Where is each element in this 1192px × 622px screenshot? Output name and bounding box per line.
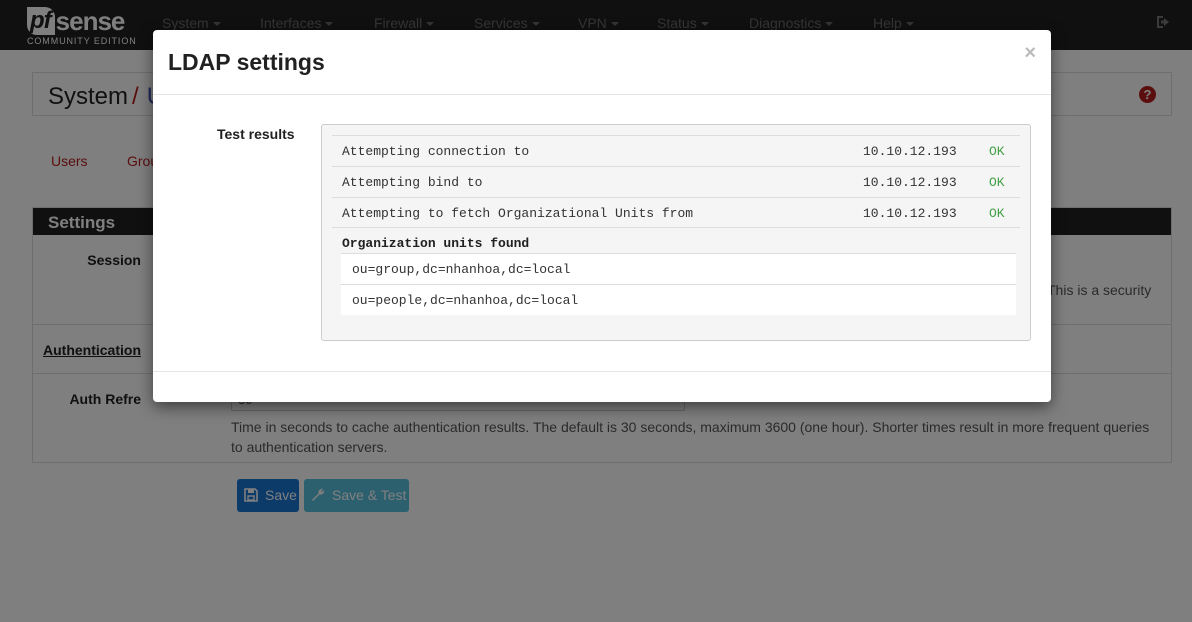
result-row: Attempting to fetch Organizational Units… bbox=[332, 197, 1020, 228]
result-text: Attempting bind to bbox=[342, 175, 483, 190]
result-status: OK bbox=[989, 206, 1005, 221]
result-text: Attempting connection to bbox=[342, 144, 530, 159]
result-ip: 10.10.12.193 bbox=[863, 175, 957, 190]
result-ip: 10.10.12.193 bbox=[863, 144, 957, 159]
modal-header: LDAP settings × bbox=[153, 30, 1051, 95]
test-results-label: Test results bbox=[217, 126, 295, 142]
modal-footer-divider bbox=[153, 371, 1051, 372]
result-row: Attempting connection to 10.10.12.193 OK bbox=[332, 135, 1020, 166]
ou-list-item: ou=group,dc=nhanhoa,dc=local bbox=[341, 253, 1016, 284]
result-text: Attempting to fetch Organizational Units… bbox=[342, 206, 694, 221]
ou-heading: Organization units found bbox=[342, 236, 530, 251]
test-results-box: Attempting connection to 10.10.12.193 OK… bbox=[321, 124, 1031, 341]
result-status: OK bbox=[989, 175, 1005, 190]
result-row: Attempting bind to 10.10.12.193 OK bbox=[332, 166, 1020, 197]
result-ip: 10.10.12.193 bbox=[863, 206, 957, 221]
result-status: OK bbox=[989, 144, 1005, 159]
modal-title: LDAP settings bbox=[168, 49, 325, 75]
close-icon[interactable]: × bbox=[1024, 42, 1036, 65]
ou-list-item: ou=people,dc=nhanhoa,dc=local bbox=[341, 284, 1016, 315]
ldap-settings-modal: LDAP settings × Test results Attempting … bbox=[153, 30, 1051, 402]
